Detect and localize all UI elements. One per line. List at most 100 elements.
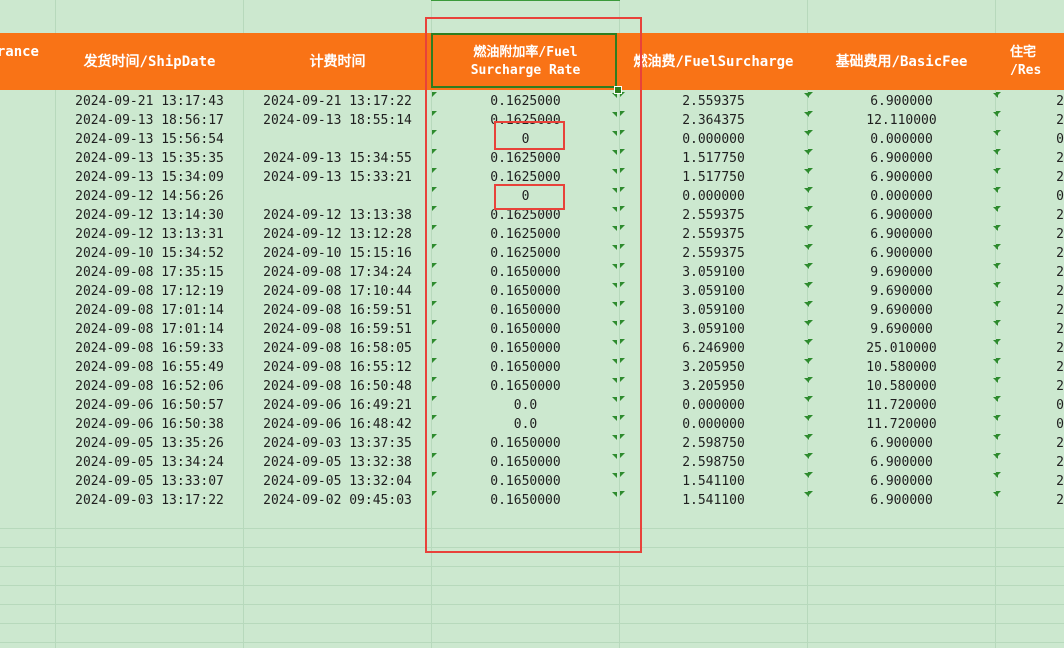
cell-basic-fee[interactable]: 6.900000 bbox=[808, 225, 995, 244]
cell-residential[interactable]: 2 bbox=[996, 377, 1064, 396]
cell-fuel-surcharge[interactable]: 2.559375 bbox=[620, 244, 807, 263]
cell-residential[interactable]: 2 bbox=[996, 472, 1064, 491]
cell-residential[interactable]: 2 bbox=[996, 320, 1064, 339]
header-cell-fuel-surcharge[interactable]: 燃油费/FuelSurcharge bbox=[620, 33, 807, 90]
cell-basic-fee[interactable]: 9.690000 bbox=[808, 263, 995, 282]
cell-ship-date[interactable]: 2024-09-05 13:34:24 bbox=[56, 453, 243, 472]
cell-fuel-surcharge[interactable]: 2.598750 bbox=[620, 453, 807, 472]
cell-billing-time[interactable]: 2024-09-08 16:59:51 bbox=[244, 301, 431, 320]
cell-billing-time[interactable]: 2024-09-10 15:15:16 bbox=[244, 244, 431, 263]
cell-fuel-surcharge[interactable]: 0.000000 bbox=[620, 396, 807, 415]
cell-ship-date[interactable]: 2024-09-13 15:34:09 bbox=[56, 168, 243, 187]
cell-basic-fee[interactable]: 6.900000 bbox=[808, 149, 995, 168]
cell-ship-date[interactable]: 2024-09-06 16:50:57 bbox=[56, 396, 243, 415]
header-cell-basic-fee[interactable]: 基础费用/BasicFee bbox=[808, 33, 995, 90]
cell-fuel-surcharge[interactable]: 1.517750 bbox=[620, 168, 807, 187]
cell-residential[interactable]: 0 bbox=[996, 130, 1064, 149]
cell-billing-time[interactable]: 2024-09-08 16:50:48 bbox=[244, 377, 431, 396]
cell-basic-fee[interactable]: 6.900000 bbox=[808, 168, 995, 187]
cell-ship-date[interactable]: 2024-09-08 17:35:15 bbox=[56, 263, 243, 282]
cell-ship-date[interactable]: 2024-09-08 17:01:14 bbox=[56, 320, 243, 339]
cell-fuel-surcharge[interactable]: 2.559375 bbox=[620, 225, 807, 244]
cell-residential[interactable]: 2 bbox=[996, 282, 1064, 301]
cell-basic-fee[interactable]: 12.110000 bbox=[808, 111, 995, 130]
cell-fuel-surcharge[interactable]: 3.059100 bbox=[620, 301, 807, 320]
cell-ship-date[interactable]: 2024-09-12 13:13:31 bbox=[56, 225, 243, 244]
cell-billing-time[interactable]: 2024-09-05 13:32:38 bbox=[244, 453, 431, 472]
cell-fuel-surcharge[interactable]: 3.205950 bbox=[620, 377, 807, 396]
cell-basic-fee[interactable]: 25.010000 bbox=[808, 339, 995, 358]
cell-billing-time[interactable]: 2024-09-13 18:55:14 bbox=[244, 111, 431, 130]
cell-fuel-surcharge[interactable]: 0.000000 bbox=[620, 130, 807, 149]
cell-fuel-surcharge[interactable]: 1.517750 bbox=[620, 149, 807, 168]
cell-billing-time[interactable] bbox=[244, 187, 431, 206]
header-cell-residential[interactable]: 住宅 /Res bbox=[1010, 33, 1064, 90]
cell-ship-date[interactable]: 2024-09-08 17:12:19 bbox=[56, 282, 243, 301]
cell-billing-time[interactable]: 2024-09-08 16:58:05 bbox=[244, 339, 431, 358]
cell-residential[interactable]: 2 bbox=[996, 434, 1064, 453]
cell-ship-date[interactable]: 2024-09-06 16:50:38 bbox=[56, 415, 243, 434]
cell-fuel-surcharge[interactable]: 1.541100 bbox=[620, 491, 807, 510]
cell-fuel-surcharge[interactable]: 3.059100 bbox=[620, 263, 807, 282]
cell-basic-fee[interactable]: 6.900000 bbox=[808, 472, 995, 491]
cell-fuel-surcharge[interactable]: 6.246900 bbox=[620, 339, 807, 358]
cell-billing-time[interactable]: 2024-09-13 15:33:21 bbox=[244, 168, 431, 187]
cell-residential[interactable]: 2 bbox=[996, 263, 1064, 282]
cell-billing-time[interactable]: 2024-09-08 17:34:24 bbox=[244, 263, 431, 282]
cell-basic-fee[interactable]: 11.720000 bbox=[808, 415, 995, 434]
cell-basic-fee[interactable]: 6.900000 bbox=[808, 434, 995, 453]
cell-residential[interactable]: 2 bbox=[996, 244, 1064, 263]
cell-ship-date[interactable]: 2024-09-21 13:17:43 bbox=[56, 92, 243, 111]
cell-fuel-surcharge[interactable]: 0.000000 bbox=[620, 415, 807, 434]
cell-basic-fee[interactable]: 9.690000 bbox=[808, 301, 995, 320]
cell-residential[interactable]: 2 bbox=[996, 92, 1064, 111]
cell-billing-time[interactable]: 2024-09-12 13:13:38 bbox=[244, 206, 431, 225]
cell-basic-fee[interactable]: 11.720000 bbox=[808, 396, 995, 415]
cell-ship-date[interactable]: 2024-09-03 13:17:22 bbox=[56, 491, 243, 510]
cell-fuel-surcharge[interactable]: 1.541100 bbox=[620, 472, 807, 491]
cell-basic-fee[interactable]: 6.900000 bbox=[808, 206, 995, 225]
cell-ship-date[interactable]: 2024-09-05 13:35:26 bbox=[56, 434, 243, 453]
cell-basic-fee[interactable]: 6.900000 bbox=[808, 491, 995, 510]
cell-basic-fee[interactable]: 6.900000 bbox=[808, 453, 995, 472]
cell-residential[interactable]: 2 bbox=[996, 453, 1064, 472]
cell-billing-time[interactable]: 2024-09-08 16:59:51 bbox=[244, 320, 431, 339]
header-cell-insurance[interactable]: rance bbox=[0, 23, 55, 80]
cell-billing-time[interactable]: 2024-09-02 09:45:03 bbox=[244, 491, 431, 510]
cell-billing-time[interactable]: 2024-09-06 16:48:42 bbox=[244, 415, 431, 434]
cell-ship-date[interactable]: 2024-09-13 15:56:54 bbox=[56, 130, 243, 149]
cell-fuel-surcharge[interactable]: 0.000000 bbox=[620, 187, 807, 206]
cell-residential[interactable]: 2 bbox=[996, 206, 1064, 225]
cell-residential[interactable]: 2 bbox=[996, 491, 1064, 510]
cell-residential[interactable]: 2 bbox=[996, 358, 1064, 377]
header-cell-ship-date[interactable]: 发货时间/ShipDate bbox=[56, 33, 243, 90]
cell-billing-time[interactable]: 2024-09-08 16:55:12 bbox=[244, 358, 431, 377]
cell-ship-date[interactable]: 2024-09-08 16:55:49 bbox=[56, 358, 243, 377]
cell-basic-fee[interactable]: 6.900000 bbox=[808, 92, 995, 111]
cell-fuel-surcharge[interactable]: 2.559375 bbox=[620, 206, 807, 225]
cell-ship-date[interactable]: 2024-09-12 13:14:30 bbox=[56, 206, 243, 225]
cell-basic-fee[interactable]: 9.690000 bbox=[808, 282, 995, 301]
cell-ship-date[interactable]: 2024-09-12 14:56:26 bbox=[56, 187, 243, 206]
cell-billing-time[interactable]: 2024-09-21 13:17:22 bbox=[244, 92, 431, 111]
cell-basic-fee[interactable]: 10.580000 bbox=[808, 358, 995, 377]
cell-billing-time[interactable] bbox=[244, 130, 431, 149]
cell-residential[interactable]: 2 bbox=[996, 111, 1064, 130]
cell-billing-time[interactable]: 2024-09-08 17:10:44 bbox=[244, 282, 431, 301]
cell-billing-time[interactable]: 2024-09-13 15:34:55 bbox=[244, 149, 431, 168]
cell-billing-time[interactable]: 2024-09-06 16:49:21 bbox=[244, 396, 431, 415]
cell-fuel-surcharge[interactable]: 3.059100 bbox=[620, 282, 807, 301]
cell-ship-date[interactable]: 2024-09-08 17:01:14 bbox=[56, 301, 243, 320]
cell-basic-fee[interactable]: 0.000000 bbox=[808, 130, 995, 149]
cell-basic-fee[interactable]: 9.690000 bbox=[808, 320, 995, 339]
cell-ship-date[interactable]: 2024-09-05 13:33:07 bbox=[56, 472, 243, 491]
cell-residential[interactable]: 2 bbox=[996, 168, 1064, 187]
cell-billing-time[interactable]: 2024-09-12 13:12:28 bbox=[244, 225, 431, 244]
cell-residential[interactable]: 0 bbox=[996, 396, 1064, 415]
cell-ship-date[interactable]: 2024-09-08 16:52:06 bbox=[56, 377, 243, 396]
cell-basic-fee[interactable]: 6.900000 bbox=[808, 244, 995, 263]
cell-residential[interactable]: 2 bbox=[996, 339, 1064, 358]
cell-residential[interactable]: 2 bbox=[996, 301, 1064, 320]
cell-residential[interactable]: 0 bbox=[996, 187, 1064, 206]
cell-residential[interactable]: 2 bbox=[996, 225, 1064, 244]
